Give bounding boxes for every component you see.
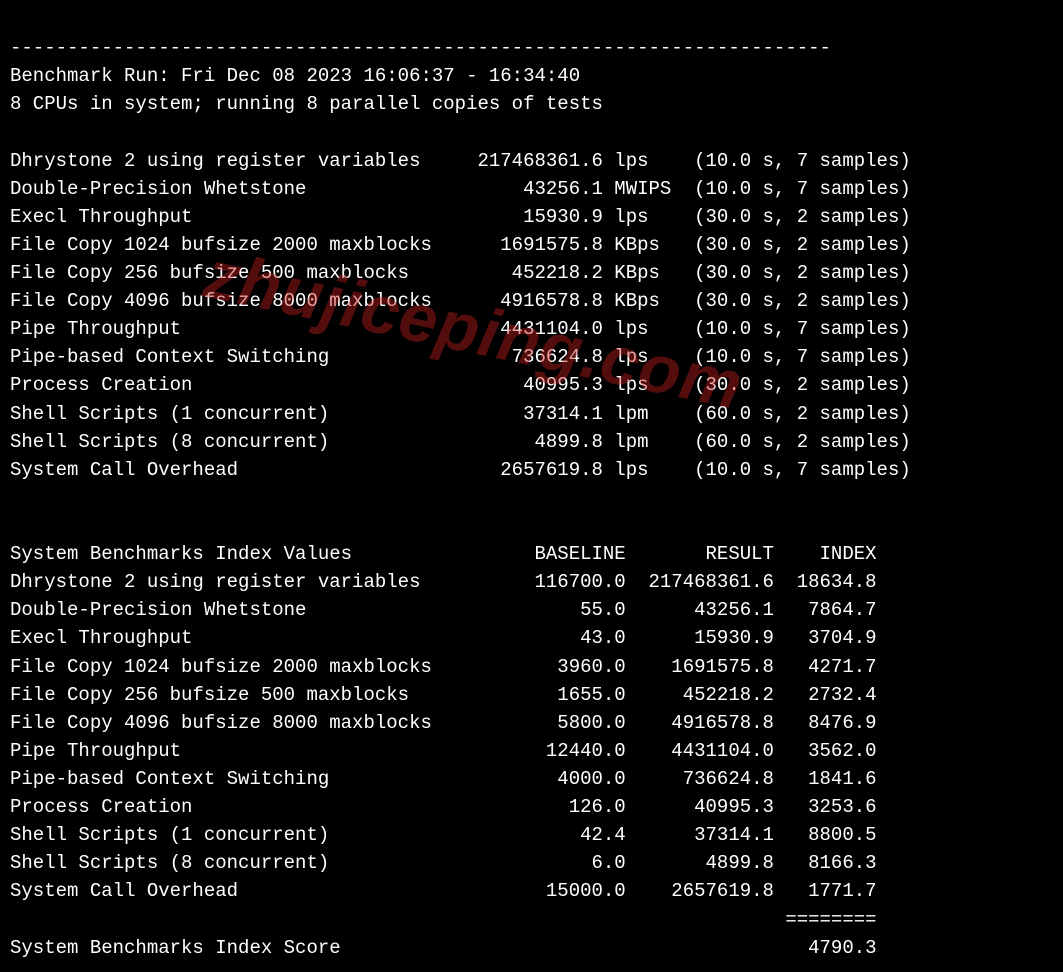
cpu-line: 8 CPUs in system; running 8 parallel cop… (10, 93, 603, 115)
divider-line: ----------------------------------------… (10, 37, 831, 59)
score-block: ======== System Benchmarks Index Score 4… (10, 909, 877, 959)
run-line: Benchmark Run: Fri Dec 08 2023 16:06:37 … (10, 65, 580, 87)
terminal-output: ----------------------------------------… (0, 0, 1063, 972)
index-table-block: System Benchmarks Index Values BASELINE … (10, 543, 877, 902)
benchmark-results-block: Dhrystone 2 using register variables 217… (10, 150, 911, 481)
